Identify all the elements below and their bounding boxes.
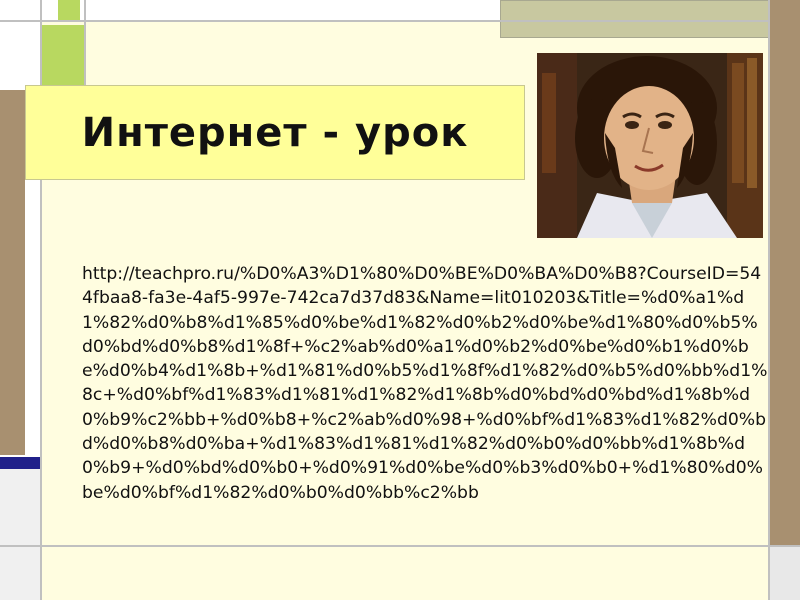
grid-line-h2	[0, 545, 800, 547]
grid-line-h1	[0, 20, 770, 22]
slide-title: Интернет - урок	[81, 109, 469, 156]
left-stripe-brown	[0, 90, 25, 455]
title-box: Интернет - урок	[25, 85, 525, 180]
grid-line-v2	[768, 0, 770, 600]
portrait-image	[537, 53, 763, 238]
left-stripe-navy	[0, 457, 42, 469]
url-text[interactable]: http://teachpro.ru/%D0%A3%D1%80%D0%BE%D0…	[82, 262, 768, 505]
right-stripe-gray	[770, 545, 800, 600]
right-stripe-brown	[770, 0, 800, 545]
top-stripe-olive	[500, 0, 770, 38]
grid-line-v3	[84, 0, 86, 85]
portrait-image-icon	[537, 53, 763, 238]
left-stripe-gray	[0, 469, 42, 600]
top-stripe-green	[58, 0, 80, 20]
green-stripe-left	[42, 25, 84, 85]
